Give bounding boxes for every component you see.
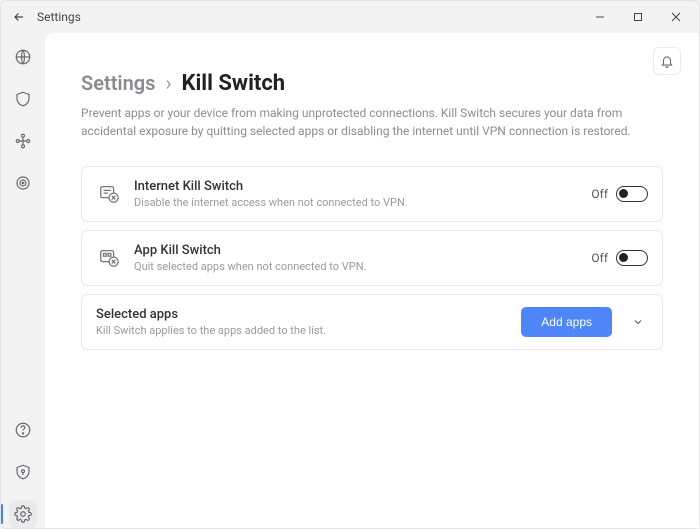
app-kill-title: App Kill Switch	[134, 243, 579, 258]
add-apps-button[interactable]: Add apps	[521, 307, 612, 337]
notifications-button[interactable]	[653, 47, 681, 75]
internet-kill-title: Internet Kill Switch	[134, 179, 579, 194]
content-area: Settings › Kill Switch Prevent apps or y…	[45, 33, 699, 528]
app-window: Settings	[0, 0, 700, 529]
internet-kill-icon	[96, 181, 122, 207]
breadcrumb-parent[interactable]: Settings	[81, 71, 155, 95]
internet-kill-state: Off	[591, 187, 608, 201]
expand-apps-chevron[interactable]	[628, 312, 648, 332]
shield-icon[interactable]	[9, 85, 37, 113]
titlebar: Settings	[1, 1, 699, 33]
page-description: Prevent apps or your device from making …	[81, 104, 641, 140]
back-button[interactable]	[9, 7, 29, 27]
breadcrumb: Settings › Kill Switch	[81, 71, 663, 96]
app-kill-icon	[96, 245, 122, 271]
mesh-icon[interactable]	[9, 127, 37, 155]
internet-kill-desc: Disable the internet access when not con…	[134, 196, 579, 209]
privacy-icon[interactable]	[9, 458, 37, 486]
target-icon[interactable]	[9, 169, 37, 197]
selected-apps-desc: Kill Switch applies to the apps added to…	[96, 324, 509, 337]
help-icon[interactable]	[9, 416, 37, 444]
app-kill-state: Off	[591, 251, 608, 265]
minimize-button[interactable]	[585, 7, 615, 27]
page-title: Kill Switch	[181, 71, 285, 96]
app-kill-switch-row: App Kill Switch Quit selected apps when …	[81, 230, 663, 286]
app-kill-toggle[interactable]	[616, 250, 648, 266]
selected-apps-title: Selected apps	[96, 307, 509, 322]
window-title: Settings	[37, 10, 81, 24]
breadcrumb-sep: ›	[165, 71, 171, 95]
internet-kill-switch-row: Internet Kill Switch Disable the interne…	[81, 166, 663, 222]
maximize-button[interactable]	[623, 7, 653, 27]
settings-icon[interactable]	[9, 500, 37, 528]
sidebar	[1, 33, 45, 528]
selected-apps-row: Selected apps Kill Switch applies to the…	[81, 294, 663, 350]
internet-kill-toggle[interactable]	[616, 186, 648, 202]
settings-list: Internet Kill Switch Disable the interne…	[81, 166, 663, 350]
close-button[interactable]	[661, 7, 691, 27]
globe-icon[interactable]	[9, 43, 37, 71]
app-kill-desc: Quit selected apps when not connected to…	[134, 260, 579, 273]
